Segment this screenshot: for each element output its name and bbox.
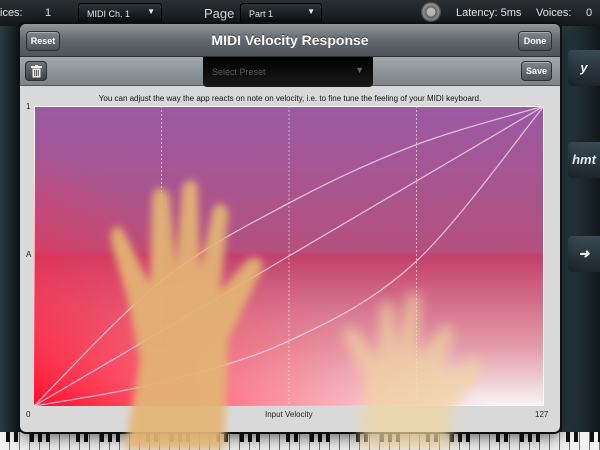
preset-select[interactable]: Select Preset ▼ bbox=[203, 57, 373, 87]
chevron-down-icon: ▼ bbox=[355, 65, 364, 75]
voices-label: ices: bbox=[0, 7, 23, 19]
velocity-response-dialog: Reset MIDI Velocity Response Done Select… bbox=[20, 24, 560, 432]
y-tick-label-mid: A bbox=[26, 250, 32, 259]
dialog-titlebar: Reset MIDI Velocity Response Done bbox=[20, 24, 560, 57]
done-button[interactable]: Done bbox=[518, 31, 552, 51]
side-button-hmt[interactable]: hmt bbox=[568, 142, 600, 178]
piano-keyboard[interactable] bbox=[0, 432, 600, 450]
preset-placeholder: Select Preset bbox=[212, 67, 266, 77]
midi-channel-dropdown[interactable]: MIDI Ch. 1 ▼ bbox=[78, 3, 162, 23]
side-button-y[interactable]: y bbox=[568, 50, 600, 86]
app-header-bar: ices: 1 MIDI Ch. 1 ▼ Page Part 1 ▼ Laten… bbox=[0, 0, 600, 26]
page-label: Page bbox=[204, 6, 235, 21]
midi-channel-value: MIDI Ch. 1 bbox=[87, 9, 131, 19]
part-value: Part 1 bbox=[249, 9, 274, 19]
trash-icon[interactable] bbox=[25, 61, 47, 81]
velocity-curve-plot[interactable] bbox=[34, 106, 544, 406]
voices-status-value: 0 bbox=[586, 7, 593, 19]
save-button[interactable]: Save bbox=[521, 61, 552, 81]
dialog-toolbar: Select Preset ▼ Save bbox=[20, 57, 560, 87]
latency-status: Latency: 5ms bbox=[456, 7, 522, 19]
part-dropdown[interactable]: Part 1 ▼ bbox=[240, 3, 322, 23]
side-button-arrow[interactable]: ➜ bbox=[568, 236, 600, 272]
x-tick-label-max: 127 bbox=[535, 410, 549, 419]
settings-gear-icon[interactable] bbox=[421, 2, 441, 22]
x-axis-label: Input Velocity bbox=[265, 410, 313, 419]
instruction-text: You can adjust the way the app reacts on… bbox=[98, 94, 482, 103]
y-tick-label-bottom: 0 bbox=[26, 410, 31, 419]
y-tick-label-top: 1 bbox=[26, 102, 31, 111]
voices-value: 1 bbox=[45, 7, 52, 19]
dialog-title: MIDI Velocity Response bbox=[211, 32, 369, 48]
voices-status-label: Voices: bbox=[536, 7, 572, 19]
chevron-down-icon: ▼ bbox=[307, 7, 315, 16]
left-panel bbox=[0, 26, 20, 450]
chevron-down-icon: ▼ bbox=[147, 7, 155, 16]
